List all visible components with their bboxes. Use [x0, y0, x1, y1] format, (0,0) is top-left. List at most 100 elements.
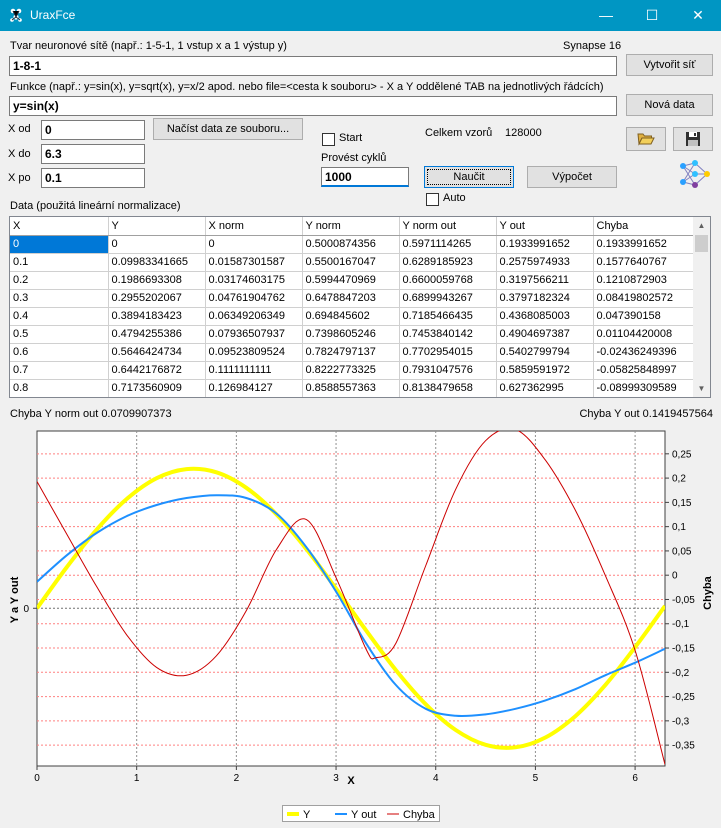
- minimize-button[interactable]: —: [583, 0, 629, 31]
- table-cell[interactable]: 0.4794255386: [108, 325, 206, 344]
- table-cell[interactable]: 0.7398605246: [302, 325, 400, 344]
- table-cell[interactable]: 0.2955202067: [108, 289, 206, 308]
- table-cell[interactable]: 0.2575974933: [496, 253, 594, 272]
- table-cell[interactable]: 0.7824797137: [302, 343, 400, 362]
- table-cell[interactable]: 0.4: [10, 307, 109, 326]
- x-to-input[interactable]: 6.3: [41, 144, 145, 164]
- table-row[interactable]: 0.4 0.3894183423 0.06349206349 0.694845602 0…: [10, 307, 697, 326]
- table-cell[interactable]: 0.07936507937: [205, 325, 303, 344]
- table-cell[interactable]: 0.2: [10, 271, 109, 290]
- table-vertical-scrollbar[interactable]: ▲ ▼: [693, 217, 710, 397]
- table-cell[interactable]: 0.09523809524: [205, 343, 303, 362]
- table-cell[interactable]: 0.3894183423: [108, 307, 206, 326]
- save-file-button[interactable]: [673, 127, 713, 151]
- table-cell[interactable]: 0.06349206349: [205, 307, 303, 326]
- table-row[interactable]: 0.8 0.7173560909 0.126984127 0.8588557363 0.…: [10, 379, 697, 397]
- table-cell[interactable]: 0.047390158: [593, 307, 697, 326]
- table-cell[interactable]: 0.8222773325: [302, 361, 400, 380]
- close-button[interactable]: ✕: [675, 0, 721, 31]
- table-cell[interactable]: 0.3797182324: [496, 289, 594, 308]
- table-row[interactable]: 0.5 0.4794255386 0.07936507937 0.7398605246…: [10, 325, 697, 344]
- table-cell[interactable]: 0.04761904762: [205, 289, 303, 308]
- data-table[interactable]: XYX norm Y norm Y norm out Y out Chyba 0 0 0 0.…: [9, 216, 711, 398]
- table-cell[interactable]: 0: [205, 235, 303, 254]
- table-cell[interactable]: 0.6899943267: [399, 289, 497, 308]
- table-cell[interactable]: 0.1986693308: [108, 271, 206, 290]
- table-cell[interactable]: 0.6289185923: [399, 253, 497, 272]
- table-cell[interactable]: 0.1111111111: [205, 361, 303, 380]
- scroll-down-arrow-icon[interactable]: ▼: [693, 380, 710, 397]
- column-header[interactable]: Chyba: [593, 217, 697, 236]
- table-cell[interactable]: 0.7931047576: [399, 361, 497, 380]
- table-cell[interactable]: 0.4904697387: [496, 325, 594, 344]
- new-data-button[interactable]: Nová data: [626, 94, 713, 116]
- start-checkbox[interactable]: [322, 133, 335, 146]
- auto-checkbox[interactable]: [426, 193, 439, 206]
- table-cell[interactable]: 0.7453840142: [399, 325, 497, 344]
- column-header[interactable]: Y norm: [302, 217, 400, 236]
- column-header[interactable]: Y norm out: [399, 217, 497, 236]
- table-cell[interactable]: 0.126984127: [205, 379, 303, 397]
- open-file-button[interactable]: [626, 127, 666, 151]
- column-header[interactable]: X norm: [205, 217, 303, 236]
- cycles-input[interactable]: 1000: [321, 167, 409, 187]
- table-cell[interactable]: 0.1210872903: [593, 271, 697, 290]
- scrollbar-thumb[interactable]: [695, 235, 708, 252]
- table-cell[interactable]: 0.627362995: [496, 379, 594, 397]
- table-cell[interactable]: 0.8138479658: [399, 379, 497, 397]
- table-cell[interactable]: 0.5994470969: [302, 271, 400, 290]
- table-row[interactable]: 0.3 0.2955202067 0.04761904762 0.6478847203…: [10, 289, 697, 308]
- table-cell[interactable]: 0.1: [10, 253, 109, 272]
- table-cell[interactable]: 0.694845602: [302, 307, 400, 326]
- table-cell[interactable]: 0.5000874356: [302, 235, 400, 254]
- column-header[interactable]: Y: [108, 217, 206, 236]
- column-header[interactable]: X: [10, 217, 109, 236]
- table-row[interactable]: 0 0 0 0.5000874356 0.5971114265 0.1933991652 0…: [10, 235, 697, 254]
- table-cell[interactable]: 0.4368085003: [496, 307, 594, 326]
- column-header[interactable]: Y out: [496, 217, 594, 236]
- table-cell[interactable]: 0.08419802572: [593, 289, 697, 308]
- table-cell[interactable]: 0.03174603175: [205, 271, 303, 290]
- table-cell[interactable]: 0.6442176872: [108, 361, 206, 380]
- table-cell[interactable]: 0.8: [10, 379, 109, 397]
- table-cell[interactable]: 0.01104420008: [593, 325, 697, 344]
- learn-button[interactable]: Naučit: [424, 166, 514, 188]
- table-cell[interactable]: -0.08999309589: [593, 379, 697, 397]
- table-cell[interactable]: 0.7: [10, 361, 109, 380]
- table-cell[interactable]: 0.3: [10, 289, 109, 308]
- table-cell[interactable]: 0.8588557363: [302, 379, 400, 397]
- table-cell[interactable]: 0.5402799794: [496, 343, 594, 362]
- table-cell[interactable]: 0.1577640767: [593, 253, 697, 272]
- table-cell[interactable]: 0.5: [10, 325, 109, 344]
- create-network-button[interactable]: Vytvořit síť: [626, 54, 713, 76]
- table-row[interactable]: 0.2 0.1986693308 0.03174603175 0.5994470969…: [10, 271, 697, 290]
- table-cell[interactable]: 0.6: [10, 343, 109, 362]
- x-step-input[interactable]: 0.1: [41, 168, 145, 188]
- table-cell[interactable]: 0.5646424734: [108, 343, 206, 362]
- table-row[interactable]: 0.7 0.6442176872 0.1111111111 0.8222773325 0…: [10, 361, 697, 380]
- table-cell[interactable]: 0.7173560909: [108, 379, 206, 397]
- table-cell[interactable]: -0.02436249396: [593, 343, 697, 362]
- compute-button[interactable]: Výpočet: [527, 166, 617, 188]
- table-cell[interactable]: 0.5971114265: [399, 235, 497, 254]
- table-cell[interactable]: 0: [108, 235, 206, 254]
- load-data-button[interactable]: Načíst data ze souboru...: [153, 118, 303, 140]
- table-cell[interactable]: 0: [10, 235, 109, 254]
- table-cell[interactable]: 0.7185466435: [399, 307, 497, 326]
- function-input[interactable]: y=sin(x): [9, 96, 617, 116]
- table-cell[interactable]: 0.5859591972: [496, 361, 594, 380]
- table-row[interactable]: 0.6 0.5646424734 0.09523809524 0.7824797137…: [10, 343, 697, 362]
- scroll-up-arrow-icon[interactable]: ▲: [693, 217, 710, 234]
- table-cell[interactable]: -0.05825848997: [593, 361, 697, 380]
- table-cell[interactable]: 0.01587301587: [205, 253, 303, 272]
- table-cell[interactable]: 0.6600059768: [399, 271, 497, 290]
- table-cell[interactable]: 0.1933991652: [496, 235, 594, 254]
- table-cell[interactable]: 0.3197566211: [496, 271, 594, 290]
- maximize-button[interactable]: ☐: [629, 0, 675, 31]
- table-cell[interactable]: 0.6478847203: [302, 289, 400, 308]
- table-row[interactable]: 0.1 0.09983341665 0.01587301587 0.550016704…: [10, 253, 697, 272]
- table-cell[interactable]: 0.7702954015: [399, 343, 497, 362]
- table-cell[interactable]: 0.5500167047: [302, 253, 400, 272]
- x-from-input[interactable]: 0: [41, 120, 145, 140]
- network-shape-input[interactable]: 1-8-1: [9, 56, 617, 76]
